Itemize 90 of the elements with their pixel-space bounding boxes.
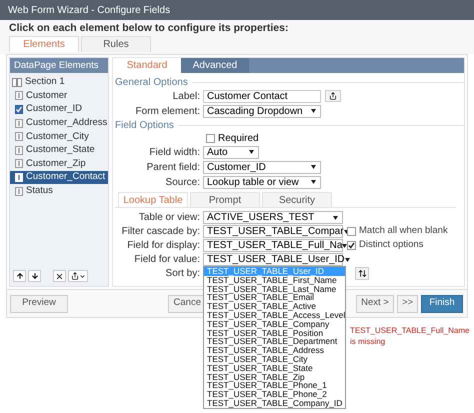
dropdown-option[interactable]: TEST_USER_TABLE_Company_ID	[204, 398, 345, 408]
field-icon	[15, 159, 23, 168]
sidebar-item[interactable]: Customer_State	[10, 144, 108, 157]
close-icon	[55, 272, 64, 280]
sidebar-item[interactable]: Customer_ID	[10, 103, 108, 116]
dropdown-option[interactable]: TEST_USER_TABLE_First_Name	[204, 276, 345, 285]
sort-icon	[358, 269, 366, 278]
checkbox-label: Required	[218, 132, 259, 146]
window-title: Web Form Wizard - Configure Fields	[8, 4, 170, 18]
sidebar-item[interactable]: Status	[10, 184, 108, 198]
field-label: Label:	[172, 90, 201, 102]
dropdown-option[interactable]: TEST_USER_TABLE_Active	[204, 302, 345, 311]
sort-button[interactable]	[355, 267, 369, 280]
dropdown-select[interactable]: ACTIVE_USERS_TEST	[203, 211, 343, 224]
dropdown-option[interactable]: TEST_USER_TABLE_Email	[204, 293, 345, 302]
checkbox[interactable]	[206, 134, 215, 142]
tab[interactable]: Prompt	[190, 192, 260, 207]
instruction-text: Click on each element below to configure its properties:	[8, 22, 290, 35]
footer-button[interactable]: Cance	[168, 294, 204, 312]
dropdown-select[interactable]: Cascading Dropdown	[203, 104, 321, 118]
section-icon	[12, 78, 22, 87]
sidebar-item[interactable]: Customer_City	[10, 130, 108, 143]
tab[interactable]: Advanced	[181, 58, 249, 73]
export-menu-button[interactable]	[68, 270, 88, 282]
arrow-down-icon	[30, 272, 38, 280]
field-icon	[15, 118, 23, 128]
field-label: Table or view:	[138, 211, 201, 224]
caret-icon	[333, 216, 338, 220]
sidebar-item[interactable]: Customer_Contact	[10, 171, 108, 184]
section-heading: General Options	[115, 76, 188, 90]
caret-icon	[344, 258, 350, 262]
annotation-note: TEST_USER_TABLE_Full_Name is missing	[350, 325, 470, 347]
share-icon	[329, 92, 337, 100]
sidebar-header: DataPage Elements	[10, 58, 108, 73]
caret-icon	[342, 244, 348, 248]
field-label: Sort by:	[164, 267, 201, 280]
tab[interactable]: Rules	[81, 36, 151, 52]
label-input[interactable]: Customer Contact	[203, 90, 321, 102]
footer-button[interactable]: Next >	[356, 294, 394, 312]
field-icon	[15, 146, 23, 155]
dropdown-option[interactable]: TEST_USER_TABLE_Address	[204, 346, 345, 355]
field-label: Parent field:	[146, 160, 201, 174]
sidebar-item[interactable]: Customer_Zip	[10, 158, 108, 170]
move-down-button[interactable]	[28, 270, 41, 282]
dropdown-option[interactable]: TEST_USER_TABLE_Access_Level	[204, 310, 345, 320]
field-label: Field for display:	[126, 239, 201, 252]
caret-icon	[311, 180, 316, 184]
dropdown-option[interactable]: TEST_USER_TABLE_Department	[204, 337, 345, 346]
dropdown-option[interactable]: TEST_USER_TABLE_City	[204, 354, 345, 364]
sidebar-item[interactable]: Customer	[10, 90, 108, 102]
dropdown-select[interactable]: Auto	[203, 146, 259, 158]
field-check-icon	[15, 104, 23, 114]
caret-icon	[311, 165, 316, 169]
delete-button[interactable]	[53, 270, 66, 282]
section-heading: Field Options	[115, 118, 174, 132]
caret-icon	[311, 109, 316, 113]
share-icon	[70, 272, 78, 280]
sidebar-item[interactable]: Customer_Address	[10, 116, 108, 130]
field-label: Filter cascade by:	[120, 225, 201, 238]
tab[interactable]: Security	[262, 192, 332, 207]
dropdown-option[interactable]: TEST_USER_TABLE_Zip	[204, 372, 345, 382]
dropdown-option[interactable]: TEST_USER_TABLE_Position	[204, 328, 345, 338]
field-icon	[15, 132, 23, 142]
dropdown-option[interactable]: TEST_USER_TABLE_Phone_1	[204, 381, 345, 390]
field-label: Source:	[164, 176, 201, 188]
field-icon	[15, 172, 23, 182]
arrow-up-icon	[16, 272, 24, 280]
checkbox[interactable]	[347, 241, 356, 250]
checkbox-label: Match all when blank	[359, 224, 448, 238]
dropdown-select[interactable]: Lookup table or view	[203, 176, 321, 188]
caret-icon	[249, 150, 254, 154]
dropdown-option[interactable]: TEST_USER_TABLE_State	[204, 364, 345, 373]
move-up-button[interactable]	[13, 270, 26, 282]
dropdown-option[interactable]: TEST_USER_TABLE_Phone_2	[204, 390, 345, 399]
dropdown-option[interactable]: TEST_USER_TABLE_Company	[204, 320, 345, 329]
caret-icon	[78, 272, 86, 280]
sidebar-item[interactable]: Section 1	[10, 76, 108, 89]
field-label: Field for value:	[133, 253, 201, 266]
checkbox[interactable]	[347, 227, 356, 236]
checkbox-label: Distinct options	[359, 238, 424, 252]
dropdown-option[interactable]: TEST_USER_TABLE_Last_Name	[204, 284, 345, 294]
field-icon	[15, 186, 23, 196]
footer-button[interactable]: >>	[397, 294, 418, 312]
share-button[interactable]	[325, 90, 341, 102]
footer-button[interactable]: Finish	[421, 294, 463, 312]
field-label: Form element:	[134, 104, 201, 118]
footer-button[interactable]: Preview	[10, 294, 68, 312]
field-label: Field width:	[148, 146, 201, 158]
field-icon	[15, 91, 23, 100]
dropdown-select[interactable]: Customer_ID	[203, 160, 321, 174]
